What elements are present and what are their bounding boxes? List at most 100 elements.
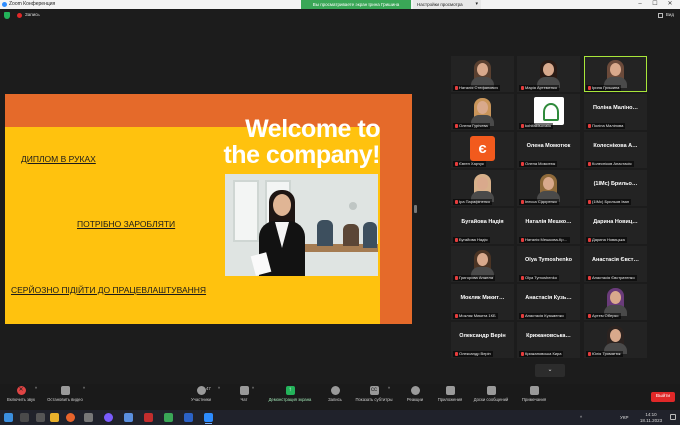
microphone-muted-icon bbox=[588, 276, 591, 280]
reactions-button[interactable]: Реакции bbox=[404, 386, 426, 402]
participant-tile[interactable]: Olya Tymoshenko Olya Tymoshenko bbox=[517, 246, 580, 282]
participant-video bbox=[601, 324, 630, 354]
audio-options-caret[interactable]: ^ bbox=[35, 386, 37, 391]
notes-button[interactable]: Примечания bbox=[518, 386, 550, 402]
shield-icon[interactable] bbox=[4, 12, 10, 19]
avatar bbox=[534, 97, 564, 125]
participant-name-label: Мокляк Микита 1КБ bbox=[453, 313, 498, 319]
participant-tile[interactable]: Крижановська… Крижановська Кира bbox=[517, 322, 580, 358]
participant-tile[interactable]: Анастасія Євст… Анастасія Євстратенко bbox=[584, 246, 647, 282]
participant-tile[interactable]: Наталія Мешко… Наталія Мешкова-Кр… bbox=[517, 208, 580, 244]
chat-button[interactable]: Чат bbox=[236, 386, 252, 402]
participant-tile[interactable]: Іра Парафіненко bbox=[451, 170, 514, 206]
participants-button[interactable]: Участники bbox=[186, 386, 216, 402]
participant-video bbox=[601, 58, 630, 88]
participant-tile[interactable]: Анастасія Кузь… Анастасія Кузьменко bbox=[517, 284, 580, 320]
view-options-label: Настройки просмотра bbox=[417, 2, 463, 7]
notification-icon[interactable] bbox=[670, 414, 676, 420]
stop-video-label: Остановить видео bbox=[47, 397, 83, 402]
participant-name-label: Крижановська Кира bbox=[519, 351, 564, 357]
viber-icon[interactable] bbox=[104, 413, 113, 422]
record-icon bbox=[330, 386, 340, 395]
participant-name-label: Дарина Новицька bbox=[586, 237, 627, 243]
chat-caret[interactable]: ^ bbox=[252, 386, 254, 391]
share-screen-label: Демонстрация экрана bbox=[268, 397, 312, 402]
participant-tile[interactable]: Поліна Маліно… Поліна Малінова bbox=[584, 94, 647, 130]
participant-video bbox=[468, 248, 497, 278]
participant-display-name: Анастасія Євст… bbox=[592, 257, 639, 263]
notes-icon bbox=[529, 386, 539, 395]
recording-label[interactable]: Запись bbox=[25, 12, 40, 17]
participant-tile[interactable]: (1IMc) Брильо… (1IMc) Брильов Іван bbox=[584, 170, 647, 206]
smiley-icon bbox=[410, 386, 420, 395]
language-indicator[interactable]: УКР bbox=[620, 415, 628, 420]
task-view-icon[interactable] bbox=[36, 413, 45, 422]
participant-tile[interactable]: Наталія Стефанович bbox=[451, 56, 514, 92]
participant-name-label: Поліна Малінова bbox=[586, 123, 626, 129]
whiteboards-button[interactable]: Доски сообщений bbox=[470, 386, 512, 402]
photo-lamp bbox=[349, 202, 357, 210]
participant-tile[interactable]: Марія Артеменко bbox=[517, 56, 580, 92]
participant-tile[interactable]: Артем Оберко bbox=[584, 284, 647, 320]
app-icon[interactable] bbox=[164, 413, 173, 422]
participants-caret[interactable]: ^ bbox=[218, 386, 220, 391]
apps-icon bbox=[445, 386, 455, 395]
participant-name-label: Олена Момотюк bbox=[519, 161, 558, 167]
participant-display-name: Крижановська… bbox=[526, 333, 571, 339]
participant-tile[interactable]: Дарина Новиц… Дарина Новицька bbox=[584, 208, 647, 244]
participant-tile[interactable]: Інесса Сідоренко bbox=[517, 170, 580, 206]
apps-label: Приложения bbox=[437, 397, 463, 402]
settings-gear-icon[interactable] bbox=[84, 413, 93, 422]
microphone-muted-icon bbox=[521, 276, 524, 280]
share-screen-button[interactable]: ↑ Демонстрация экрана bbox=[264, 386, 316, 402]
participant-name-label: Олена Гурічева bbox=[453, 123, 490, 129]
participant-tile[interactable]: Григорова Анжела bbox=[451, 246, 514, 282]
split-drag-handle[interactable] bbox=[414, 205, 417, 213]
clock[interactable]: 14:10 18.11.2023 bbox=[638, 412, 664, 423]
microphone-muted-icon bbox=[455, 86, 458, 90]
word-icon[interactable] bbox=[184, 413, 193, 422]
participant-tile[interactable]: Юлія Троматюк bbox=[584, 322, 647, 358]
show-captions-label: Показать субтитры bbox=[355, 397, 393, 402]
participant-tile[interactable]: Олена Момотюк Олена Момотюк bbox=[517, 132, 580, 168]
participant-tile[interactable]: kohifaktsuvaliu bbox=[517, 94, 580, 130]
zoom-window: Zoom Конференция Вы просматриваете экран… bbox=[0, 0, 680, 425]
app-icon[interactable] bbox=[124, 413, 133, 422]
view-options-dropdown[interactable]: Настройки просмотра ▾ bbox=[413, 0, 481, 9]
windows-start-icon[interactable] bbox=[4, 413, 13, 422]
participant-tile[interactable]: є Євген Харчук bbox=[451, 132, 514, 168]
close-button[interactable]: ✕ bbox=[660, 0, 680, 9]
participant-tile[interactable]: Ірина Гришина bbox=[584, 56, 647, 92]
record-button[interactable]: Запись bbox=[324, 386, 346, 402]
participant-tile[interactable]: Колеснікова А… Колесніков Анастасія bbox=[584, 132, 647, 168]
photo-background-person bbox=[343, 224, 359, 246]
view-button[interactable]: Вид bbox=[666, 12, 674, 17]
microphone-muted-icon bbox=[455, 238, 458, 242]
participant-video bbox=[534, 58, 563, 88]
photo-window bbox=[233, 180, 259, 242]
search-icon[interactable] bbox=[20, 413, 29, 422]
participant-tile[interactable]: Бугайова Надія Бугайова Надія bbox=[451, 208, 514, 244]
microphone-muted-icon bbox=[455, 276, 458, 280]
microphone-muted-icon bbox=[521, 314, 524, 318]
stop-video-button[interactable]: Остановить видео bbox=[43, 386, 87, 402]
gallery-next-page-button[interactable]: ⌄ bbox=[535, 364, 565, 377]
captions-caret[interactable]: ^ bbox=[388, 386, 390, 391]
photo-woman-face bbox=[273, 194, 291, 216]
participant-display-name: (1IMc) Брильо… bbox=[593, 181, 638, 187]
participant-tile[interactable]: Олександр Верін Олександр Верін bbox=[451, 322, 514, 358]
firefox-icon[interactable] bbox=[66, 413, 75, 422]
leave-meeting-button[interactable]: Выйти bbox=[651, 392, 675, 402]
participant-tile[interactable]: Олена Гурічева bbox=[451, 94, 514, 130]
app-icon[interactable] bbox=[144, 413, 153, 422]
unmute-button[interactable]: ✕ Включить звук bbox=[4, 386, 38, 402]
apps-button[interactable]: Приложения bbox=[434, 386, 466, 402]
participant-tile[interactable]: Мокляк Микит… Мокляк Микита 1КБ bbox=[451, 284, 514, 320]
slide-item-employment: СЕРЙОЗНО ПІДІЙТИ ДО ПРАЦЕВЛАШТУВАННЯ bbox=[11, 285, 207, 295]
video-options-caret[interactable]: ^ bbox=[83, 386, 85, 391]
participant-name-label: Марія Артеменко bbox=[519, 85, 560, 91]
tray-overflow-icon[interactable]: ^ bbox=[580, 415, 582, 420]
zoom-taskbar-icon[interactable] bbox=[204, 413, 213, 424]
file-explorer-icon[interactable] bbox=[50, 413, 59, 422]
participant-name-label: Наталія Мешкова-Кр… bbox=[519, 237, 570, 243]
